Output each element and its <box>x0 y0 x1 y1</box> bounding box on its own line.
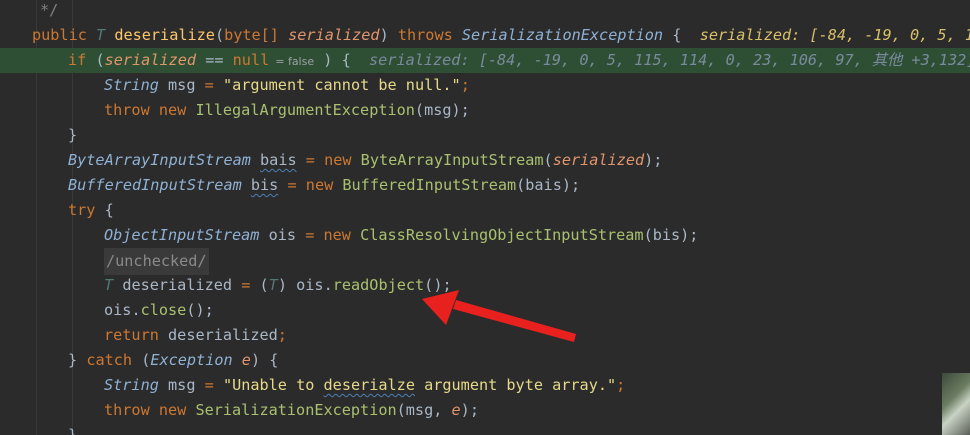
comment-close: */ <box>40 1 59 19</box>
code-line-ois[interactable]: ObjectInputStream ois = new ClassResolvi… <box>0 223 970 248</box>
code-line-catch[interactable]: } catch (Exception e) { <box>0 348 970 373</box>
code-line-if-highlighted[interactable]: if (serialized == null = false ) { serial… <box>0 48 970 73</box>
code-line-msg-null[interactable]: String msg = "argument cannot be null."; <box>0 73 970 98</box>
method-signature: public T deserialize(byte[] serialized) … <box>32 23 970 48</box>
code-line-deserialized[interactable]: T deserialized = (T) ois.readObject(); <box>0 273 970 298</box>
corner-thumbnail-image <box>942 373 970 435</box>
code-line-suppress[interactable]: /unchecked/ <box>0 248 970 275</box>
typo-word: deserialze <box>323 376 415 394</box>
code-line-msg-unable[interactable]: String msg = "Unable to deserialze argum… <box>0 373 970 398</box>
code-line-try[interactable]: try { <box>0 198 970 223</box>
code-line-comment-close[interactable]: */ <box>0 0 970 23</box>
code-line-bis[interactable]: BufferedInputStream bis = new BufferedIn… <box>0 173 970 198</box>
read-object-call: readObject <box>332 276 425 294</box>
if-statement: if (serialized == null = false ) { serial… <box>68 48 970 74</box>
debug-inline-value: serialized: [-84, -19, 0, 5, 11 <box>699 26 970 44</box>
code-line-close-brace-partial[interactable]: } <box>0 423 970 435</box>
debug-inline-value: serialized: [-84, -19, 0, 5, 115, 114, 0… <box>369 51 970 69</box>
code-line-bais[interactable]: ByteArrayInputStream bais = new ByteArra… <box>0 148 970 173</box>
code-line-return[interactable]: return deserialized; <box>0 323 970 348</box>
code-line-throw-iae[interactable]: throw new IllegalArgumentException(msg); <box>0 98 970 123</box>
code-editor[interactable]: */ public T deserialize(byte[] serialize… <box>0 0 970 435</box>
code-line-throw-se[interactable]: throw new SerializationException(msg, e)… <box>0 398 970 423</box>
code-line-method-signature[interactable]: public T deserialize(byte[] serialized) … <box>0 23 970 48</box>
code-line-close-brace[interactable]: } <box>0 123 970 148</box>
code-line-close-call[interactable]: ois.close(); <box>0 298 970 323</box>
suppress-warnings-annotation: /unchecked/ <box>104 248 209 275</box>
inlay-hint: = false <box>275 55 315 68</box>
